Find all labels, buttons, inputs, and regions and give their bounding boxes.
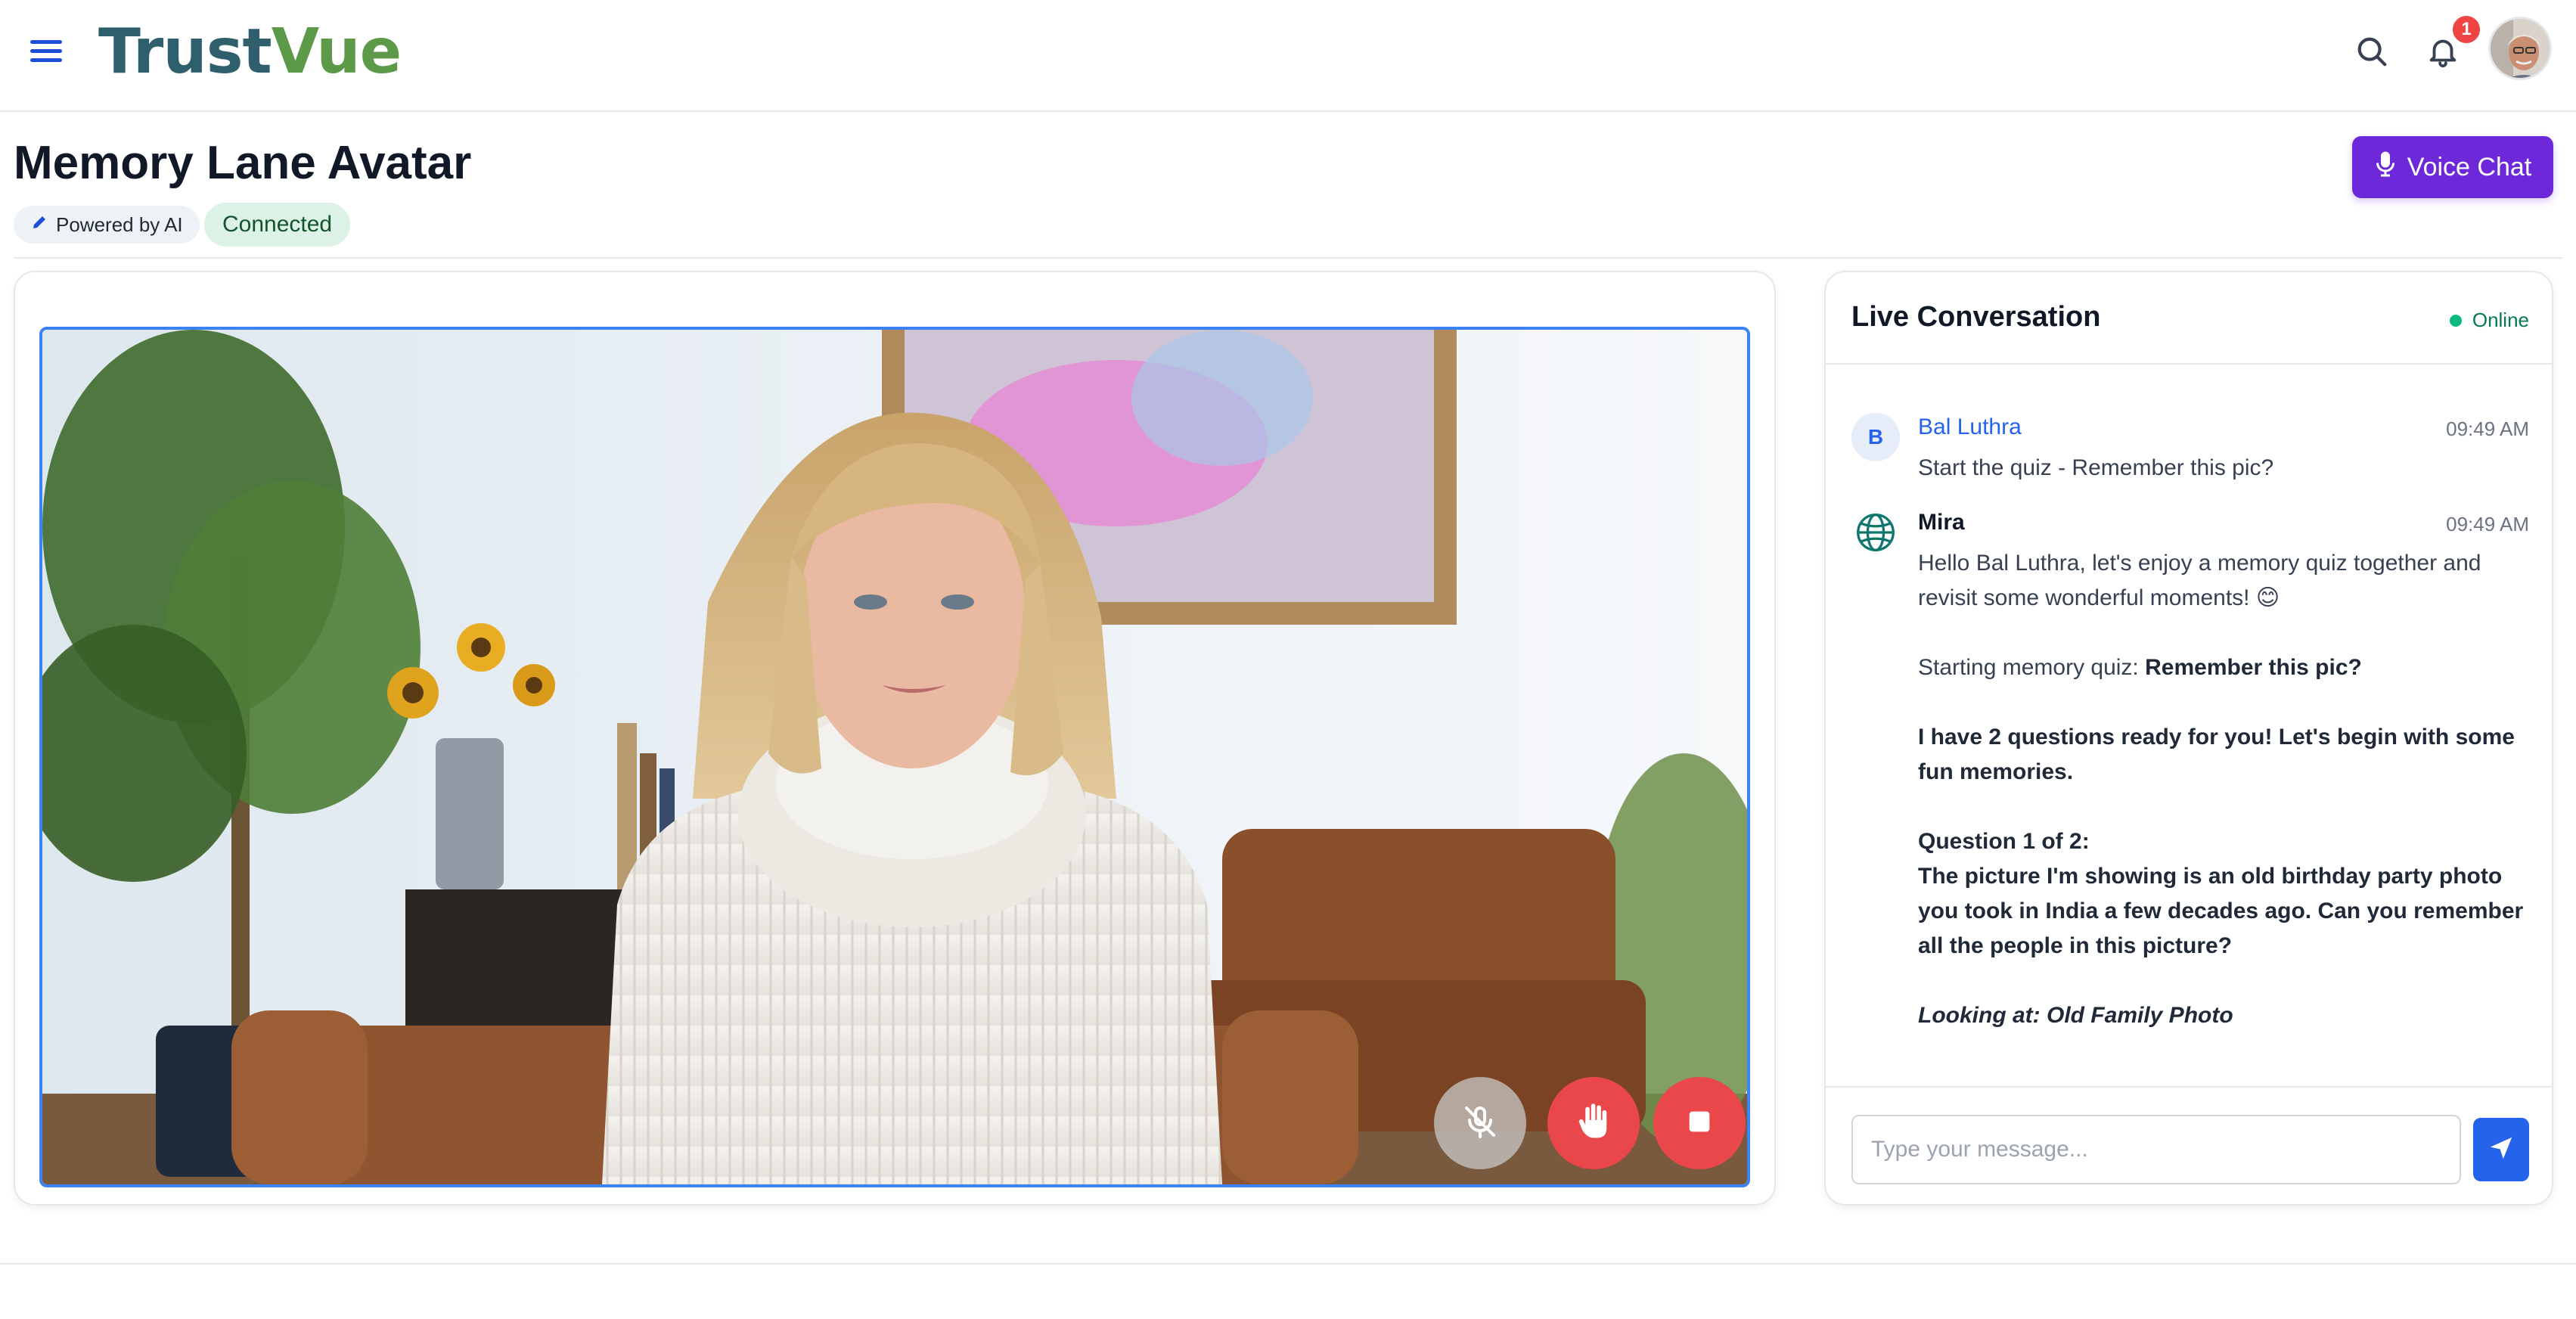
mute-microphone-button[interactable] [1434,1077,1526,1169]
message-sender-name: Mira [1918,510,1965,535]
powered-by-ai-label: Powered by AI [56,213,183,236]
bot-message-body: Hello Bal Luthra, let's enjoy a memory q… [1918,546,2531,1033]
message-timestamp: 09:49 AM [2446,513,2529,535]
voice-chat-label: Voice Chat [2407,152,2532,182]
header-divider [14,257,2562,259]
user-avatar[interactable] [2488,17,2552,80]
microphone-off-icon [1462,1103,1498,1144]
quiz-name: Remember this pic? [2145,655,2362,680]
message-sender-name: Bal Luthra [1918,414,2022,439]
message-greeting: Hello Bal Luthra, let's enjoy a memory q… [1918,551,2481,610]
send-button[interactable] [2473,1118,2529,1181]
stop-icon [1687,1110,1712,1137]
voice-chat-button[interactable]: Voice Chat [2352,136,2553,198]
message-text: Start the quiz - Remember this pic? [1918,455,2274,480]
chat-composer [1826,1086,2552,1204]
search-icon[interactable] [2349,29,2394,74]
connection-status-badge: Connected [204,203,351,247]
online-dot-icon [2449,314,2462,327]
top-navigation-bar: TrustVue 1 [0,0,2576,112]
connection-status-label: Connected [222,212,333,237]
looking-at-label: Looking at: Old Family Photo [1918,1003,2233,1028]
microphone-icon [2374,151,2397,185]
avatar-video-stream[interactable] [39,327,1750,1187]
logo-text-trust: Trust [98,16,272,88]
powered-by-ai-badge: Powered by AI [14,206,200,244]
message-timestamp: 09:49 AM [2446,417,2529,440]
online-status: Online [2449,309,2529,332]
paper-plane-icon [2488,1135,2514,1165]
user-message-avatar: B [1851,413,1900,461]
stop-session-button[interactable] [1653,1077,1746,1169]
quiz-prefix: Starting memory quiz: [1918,655,2146,680]
globe-icon [1851,508,1900,557]
online-status-label: Online [2472,309,2529,331]
logo-text-vue: Vue [271,16,402,88]
question-header: Question 1 of 2: [1918,829,2090,854]
chat-header: Live Conversation Online [1826,272,2552,365]
message-quiz-line: Starting memory quiz: Remember this pic? [1918,650,2531,685]
interrupt-button[interactable] [1547,1077,1640,1169]
footer-divider [0,1263,2576,1265]
notification-count-badge: 1 [2450,14,2482,45]
question-text: The picture I'm showing is an old birthd… [1918,864,2524,958]
app-logo[interactable]: TrustVue [98,11,402,94]
chat-title: Live Conversation [1851,301,2101,333]
raise-hand-icon [1574,1100,1613,1147]
live-conversation-panel: Live Conversation Online B Bal Luthra 09… [1824,271,2553,1206]
message-input[interactable] [1851,1115,2461,1184]
page-title: Memory Lane Avatar [14,137,472,189]
message-ready-line: I have 2 questions ready for you! Let's … [1918,725,2515,784]
hamburger-menu-icon[interactable] [30,32,68,70]
pencil-icon [30,213,48,237]
